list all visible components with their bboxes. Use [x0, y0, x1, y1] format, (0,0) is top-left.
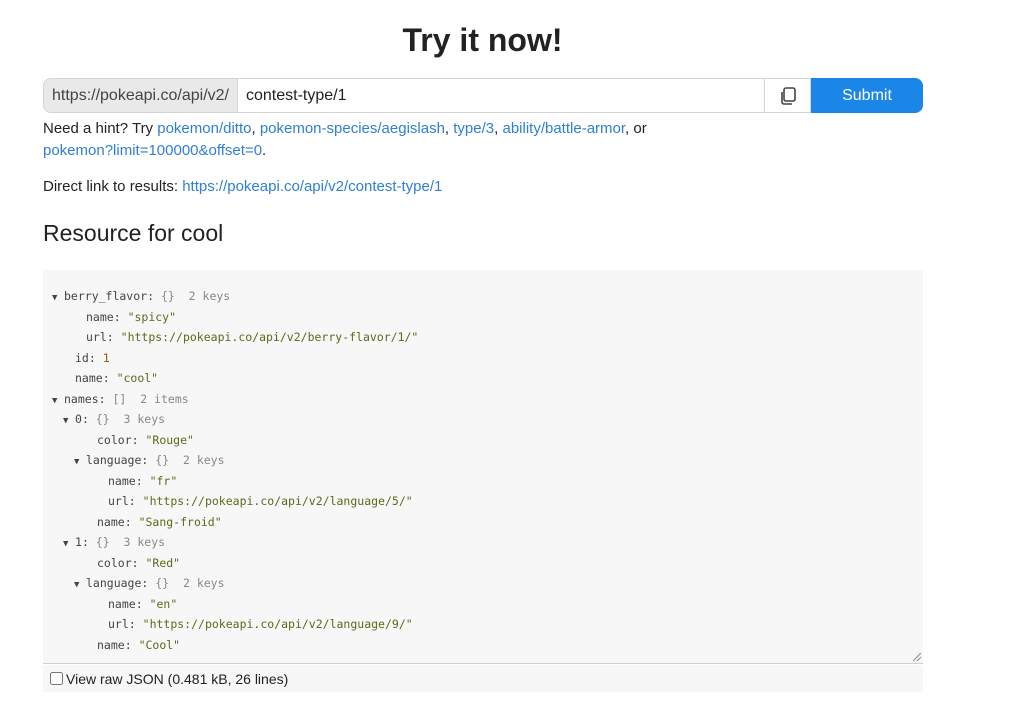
json-line: ▼ 1: {} 3 keys: [43, 532, 923, 553]
json-count: 2 keys: [188, 289, 231, 303]
json-string-value: "Red": [145, 555, 181, 570]
raw-json-checkbox[interactable]: [50, 672, 63, 685]
json-brace: {}: [155, 576, 170, 590]
copy-button[interactable]: [765, 78, 811, 113]
json-string-value: "cool": [116, 371, 159, 385]
json-viewer[interactable]: ▼ berry_flavor: {} 2 keys name: "spicy" url…: [43, 270, 923, 664]
page-title: Try it now!: [402, 22, 563, 58]
json-line: id: 1: [75, 350, 110, 365]
json-key: language: [86, 453, 142, 467]
json-string-value: "Cool": [138, 637, 181, 652]
hint-lead: Need a hint? Try: [43, 120, 154, 137]
json-brace: {}: [160, 289, 175, 303]
json-line: color: "Red": [97, 555, 181, 570]
json-string-value: "https://pokeapi.co/api/v2/language/9/": [142, 617, 413, 631]
hint-text: Need a hint? Try pokemon/ditto, pokemon-…: [43, 120, 647, 159]
collapse-arrow-icon[interactable]: ▼: [63, 534, 75, 555]
direct-link-row: Direct link to results: https://pokeapi.…: [43, 178, 442, 195]
json-number-value: 1: [102, 350, 110, 365]
resource-heading: Resource for cool: [43, 220, 224, 246]
json-line: color: "Rouge": [97, 432, 194, 447]
json-count: 2 keys: [182, 453, 225, 467]
json-line: ▼ 0: {} 3 keys: [43, 409, 923, 430]
json-string-value: "https://pokeapi.co/api/v2/language/5/": [142, 494, 413, 508]
json-key: url: [108, 494, 129, 508]
json-count: 2 keys: [182, 576, 225, 590]
api-query-bar: https://pokeapi.co/api/v2/ Submit: [43, 78, 923, 113]
resize-handle-icon[interactable]: [913, 653, 921, 661]
json-string-value: "Rouge": [145, 432, 194, 447]
json-key: name: [97, 514, 125, 529]
json-brace: []: [112, 391, 127, 406]
json-line: ▼ names: [] 2 items: [43, 389, 923, 410]
json-key: names: [64, 391, 99, 406]
json-string-value: "https://pokeapi.co/api/v2/berry-flavor/…: [120, 330, 419, 344]
hint-link-aegislash[interactable]: pokemon-species/aegislash: [260, 120, 445, 137]
json-string-value: "fr": [149, 473, 178, 488]
json-line: name: "Cool": [97, 637, 181, 652]
direct-link-url[interactable]: https://pokeapi.co/api/v2/contest-type/1: [182, 178, 442, 195]
json-brace: {}: [95, 412, 110, 426]
submit-button[interactable]: Submit: [811, 78, 923, 113]
json-count: 3 keys: [123, 535, 166, 549]
collapse-arrow-icon[interactable]: ▼: [74, 452, 86, 473]
json-key: name: [97, 637, 125, 652]
json-string-value: "en": [149, 596, 178, 611]
hint-link-pokemon-limit[interactable]: pokemon?limit=100000&offset=0: [43, 142, 262, 159]
json-line: name: "spicy": [86, 309, 177, 324]
hint-link-pokemon-ditto[interactable]: pokemon/ditto: [157, 120, 251, 137]
json-brace: {}: [155, 453, 170, 467]
direct-link-label: Direct link to results:: [43, 178, 179, 195]
json-line: ▼ language: {} 2 keys: [43, 450, 923, 471]
collapse-arrow-icon[interactable]: ▼: [52, 391, 64, 412]
json-line: name: "fr": [108, 473, 178, 488]
api-base-url: https://pokeapi.co/api/v2/: [43, 78, 237, 113]
json-count: 2 items: [140, 391, 189, 406]
hint-end: .: [262, 142, 267, 159]
raw-json-label[interactable]: View raw JSON (0.481 kB, 26 lines): [66, 666, 288, 692]
json-string-value: "Sang-froid": [138, 514, 222, 529]
hint-link-battle-armor[interactable]: ability/battle-armor: [502, 120, 625, 137]
json-key: 0: [75, 412, 82, 426]
json-key: url: [86, 330, 107, 344]
json-key: name: [86, 309, 114, 324]
json-key: color: [97, 432, 132, 447]
json-line: url: "https://pokeapi.co/api/v2/language…: [108, 617, 413, 631]
json-line: url: "https://pokeapi.co/api/v2/language…: [108, 494, 413, 508]
json-line: url: "https://pokeapi.co/api/v2/berry-fl…: [86, 330, 419, 344]
collapse-arrow-icon[interactable]: ▼: [74, 575, 86, 596]
json-line: name: "Sang-froid": [97, 514, 222, 529]
json-key: name: [75, 371, 103, 385]
hint-or: , or: [625, 120, 647, 137]
collapse-arrow-icon[interactable]: ▼: [52, 288, 64, 309]
json-key: url: [108, 617, 129, 631]
json-count: 3 keys: [123, 412, 166, 426]
collapse-arrow-icon[interactable]: ▼: [63, 411, 75, 432]
json-key: name: [108, 596, 136, 611]
json-key: color: [97, 555, 132, 570]
json-key: name: [108, 473, 136, 488]
json-line: name: "cool": [75, 371, 159, 385]
json-line: ▼ language: {} 2 keys: [43, 573, 923, 594]
json-tree: ▼ berry_flavor: {} 2 keys name: "spicy" url…: [43, 286, 923, 655]
endpoint-input[interactable]: [237, 78, 765, 113]
json-key: 1: [75, 535, 82, 549]
json-key: berry_flavor: [64, 289, 148, 303]
hint-link-type-3[interactable]: type/3: [453, 120, 494, 137]
json-string-value: "spicy": [127, 309, 177, 324]
raw-json-toggle-row: View raw JSON (0.481 kB, 26 lines): [43, 665, 923, 692]
json-key: language: [86, 576, 142, 590]
json-key: id: [75, 350, 89, 365]
json-brace: {}: [95, 535, 110, 549]
copy-icon: [780, 86, 796, 105]
json-line: name: "en": [108, 596, 178, 611]
json-line: ▼ berry_flavor: {} 2 keys: [43, 286, 923, 307]
